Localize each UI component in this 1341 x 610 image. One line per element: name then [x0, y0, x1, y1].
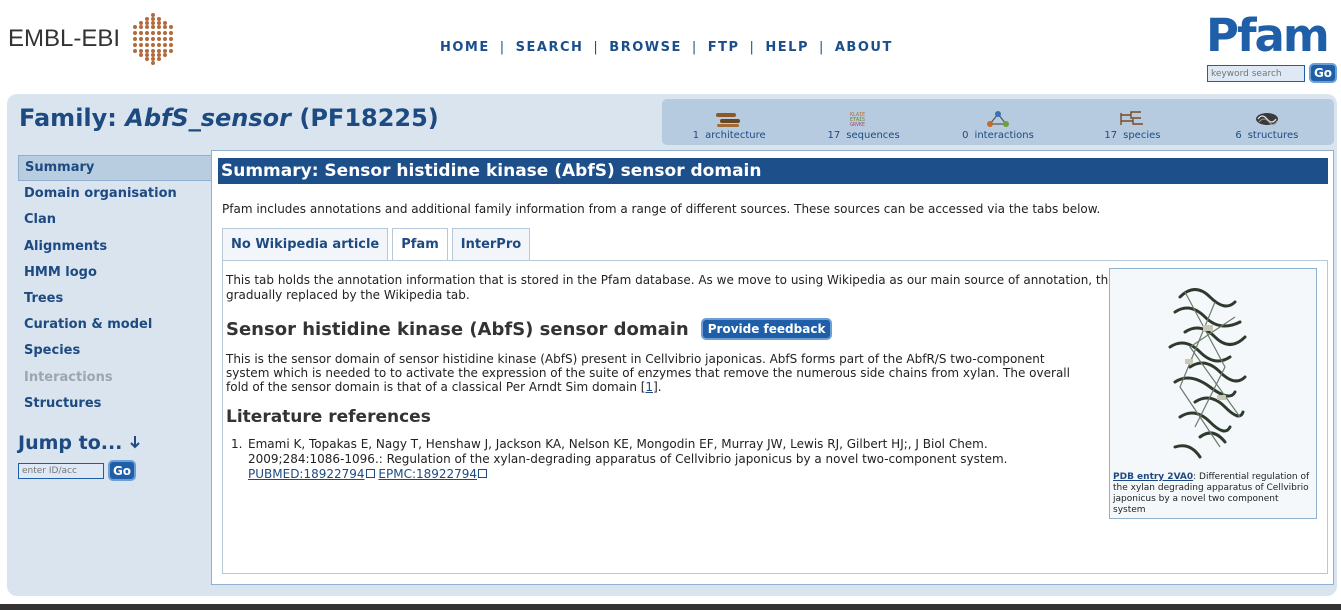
nav-ftp[interactable]: FTP	[708, 40, 740, 55]
embl-ebi-logo-text: EMBL-EBI	[8, 25, 121, 52]
nav-separator: |	[593, 40, 600, 55]
interactions-label: interactions	[974, 130, 1034, 141]
nav-browse[interactable]: BROWSE	[609, 40, 682, 55]
sidebar-item-trees[interactable]: Trees	[18, 286, 213, 312]
architecture-label: architecture	[705, 130, 766, 141]
keyword-search-go-button[interactable]: Go	[1309, 63, 1337, 83]
family-accession: (PF18225)	[299, 104, 439, 132]
embl-ebi-logo[interactable]: EMBL-EBI	[8, 12, 180, 66]
protein-structure-icon[interactable]	[1155, 277, 1255, 467]
species-link[interactable]: 17 species	[1065, 99, 1199, 145]
svg-text:GRVKE: GRVKE	[850, 122, 865, 128]
tab-pfam[interactable]: Pfam	[392, 228, 448, 260]
nav-help[interactable]: HELP	[765, 40, 809, 55]
structures-icon	[1255, 113, 1278, 126]
nav-separator: |	[749, 40, 756, 55]
tab-wikipedia[interactable]: No Wikipedia article	[222, 228, 389, 260]
literature-heading: Literature references	[226, 407, 431, 427]
summary-content: Summary: Sensor histidine kinase (AbfS) …	[211, 150, 1334, 585]
sidebar-item-alignments[interactable]: Alignments	[18, 234, 213, 260]
external-link-icon	[365, 469, 375, 478]
list-item: 1. Emami K, Topakas E, Nagy T, Henshaw J…	[231, 437, 1068, 482]
species-count: 17	[1104, 130, 1118, 141]
pubmed-link[interactable]: PUBMED:18922794	[248, 467, 365, 481]
provide-feedback-button[interactable]: Provide feedback	[700, 318, 833, 340]
structures-label: structures	[1247, 130, 1299, 141]
sequences-label: sequences	[846, 130, 900, 141]
family-heading: Sensor histidine kinase (AbfS) sensor do…	[226, 318, 689, 340]
pfam-tab-panel: This tab holds the annotation informatio…	[222, 260, 1328, 574]
jump-to-go-button[interactable]: Go	[108, 460, 136, 481]
architecture-icon	[716, 113, 741, 127]
embl-ebi-dots-icon	[133, 13, 174, 65]
summary-header: Summary: Sensor histidine kinase (AbfS) …	[218, 158, 1328, 184]
architecture-count: 1	[692, 130, 700, 141]
summary-icon-bar: 1 architecture KLAIE ETAIS GRVKE 17 sequen…	[662, 99, 1334, 145]
sidebar-item-hmm-logo[interactable]: HMM logo	[18, 260, 213, 286]
sidebar-item-summary[interactable]: Summary	[18, 155, 213, 182]
family-name: AbfS_sensor	[125, 104, 291, 132]
reference-text: Emami K, Topakas E, Nagy T, Henshaw J, J…	[248, 437, 1008, 466]
epmc-link[interactable]: EPMC:18922794	[378, 467, 477, 481]
side-navigation: Summary Domain organisation Clan Alignme…	[18, 155, 213, 417]
reference-number: 1.	[231, 437, 243, 451]
sidebar-item-species[interactable]: Species	[18, 338, 213, 364]
page-title: Family: AbfS_sensor (PF18225)	[19, 104, 439, 132]
annotation-tabs: No Wikipedia article Pfam InterPro	[222, 228, 534, 260]
bottom-strip	[0, 604, 1341, 610]
literature-list: 1. Emami K, Topakas E, Nagy T, Henshaw J…	[231, 437, 1068, 482]
sidebar-item-domain-organisation[interactable]: Domain organisation	[18, 181, 213, 207]
top-navigation: HOME | SEARCH | BROWSE | FTP | HELP | ABOUT	[440, 40, 893, 55]
pdb-entry-link[interactable]: PDB entry 2VA0	[1113, 472, 1193, 482]
pfam-logo[interactable]: Pfam	[1206, 12, 1330, 60]
structure-caption: PDB entry 2VA0: Differential regulation …	[1113, 472, 1313, 516]
jump-to-heading: Jump to...	[18, 432, 142, 454]
jump-to-label: Jump to...	[18, 432, 123, 454]
jump-to-input[interactable]	[18, 463, 104, 479]
species-label: species	[1123, 130, 1161, 141]
sidebar-item-curation-model[interactable]: Curation & model	[18, 312, 213, 338]
sidebar-item-clan[interactable]: Clan	[18, 207, 213, 233]
family-description: This is the sensor domain of sensor hist…	[226, 352, 1086, 394]
sequences-link[interactable]: KLAIE ETAIS GRVKE 17 sequences	[796, 99, 930, 145]
structure-box: PDB entry 2VA0: Differential regulation …	[1109, 268, 1317, 519]
reference-link[interactable]: 1	[645, 380, 653, 394]
keyword-search-input[interactable]	[1207, 65, 1305, 82]
interactions-count: 0	[962, 130, 969, 141]
sequences-icon: KLAIE ETAIS GRVKE	[850, 112, 865, 128]
structures-link[interactable]: 6 structures	[1200, 99, 1334, 145]
nav-separator: |	[818, 40, 825, 55]
jump-help-icon[interactable]	[128, 435, 142, 451]
sidebar-item-structures[interactable]: Structures	[18, 391, 213, 417]
interactions-icon	[987, 111, 1010, 127]
nav-separator: |	[499, 40, 506, 55]
nav-separator: |	[691, 40, 698, 55]
tab-interpro[interactable]: InterPro	[451, 228, 531, 260]
nav-search[interactable]: SEARCH	[516, 40, 584, 55]
description-end: ].	[653, 380, 662, 394]
architecture-link[interactable]: 1 architecture	[662, 99, 796, 145]
sequences-count: 17	[827, 130, 841, 141]
species-icon	[1120, 111, 1144, 125]
external-link-icon	[478, 469, 488, 478]
family-heading-row: Sensor histidine kinase (AbfS) sensor do…	[226, 318, 833, 340]
interactions-link[interactable]: 0 interactions	[931, 99, 1065, 145]
structures-count: 6	[1235, 130, 1242, 141]
sidebar-item-interactions: Interactions	[24, 369, 113, 385]
family-prefix: Family:	[19, 104, 117, 132]
nav-home[interactable]: HOME	[440, 40, 490, 55]
summary-intro: Pfam includes annotations and additional…	[222, 202, 1101, 216]
nav-about[interactable]: ABOUT	[835, 40, 893, 55]
top-header: EMBL-EBI HOME | SEARCH | BROWSE | FTP | HELP…	[0, 0, 1341, 92]
